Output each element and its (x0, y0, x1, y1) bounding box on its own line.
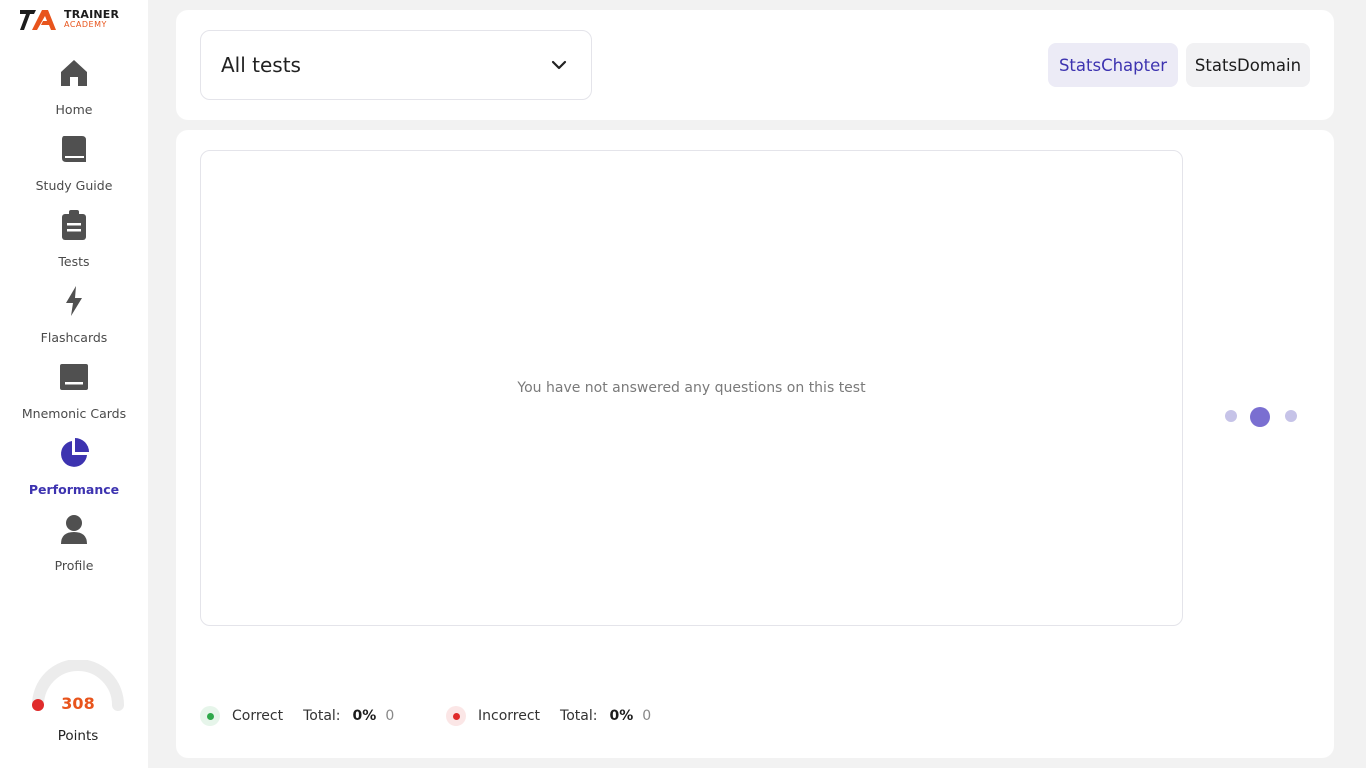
sidebar-item-mnemonic-cards[interactable]: Mnemonic Cards (0, 362, 148, 432)
test-select-value: All tests (221, 53, 301, 77)
legend-total-label: Total: (560, 708, 598, 724)
book-icon (59, 134, 89, 164)
sidebar-item-study-guide[interactable]: Study Guide (0, 134, 148, 204)
sidebar-item-label: Flashcards (40, 330, 108, 345)
lightning-icon (59, 286, 89, 316)
sidebar-item-profile[interactable]: Profile (0, 514, 148, 584)
performance-card: You have not answered any questions on t… (176, 130, 1334, 758)
carousel-dot[interactable] (1285, 410, 1297, 422)
points-label: Points (57, 728, 99, 744)
sidebar-item-home[interactable]: Home (0, 58, 148, 128)
legend-count: 0 (385, 708, 395, 724)
correct-dot-icon (200, 706, 220, 726)
brand-subname: ACADEMY (64, 20, 107, 29)
test-select[interactable]: All tests (200, 30, 592, 100)
clipboard-icon (59, 210, 89, 240)
sidebar-item-label: Mnemonic Cards (21, 406, 127, 421)
home-icon (59, 58, 89, 88)
points-value: 308 (61, 694, 95, 713)
sidebar: TRAINER ACADEMY Home Study Guide Tests F… (0, 0, 148, 768)
sidebar-item-performance[interactable]: Performance (0, 438, 148, 508)
sidebar-item-label: Study Guide (35, 178, 113, 193)
card-icon (59, 362, 89, 392)
carousel-dots (1225, 407, 1301, 427)
legend-correct: Correct Total: 0% 0 (200, 705, 394, 727)
sidebar-item-label: Performance (28, 482, 120, 497)
carousel-dot-active[interactable] (1250, 407, 1270, 427)
legend-label: Correct (232, 708, 284, 724)
legend-label: Incorrect (478, 708, 541, 724)
legend-incorrect: Incorrect Total: 0% 0 (446, 705, 651, 727)
chart-area: You have not answered any questions on t… (200, 150, 1183, 626)
tab-stats-chapter[interactable]: StatsChapter (1048, 43, 1178, 87)
sidebar-item-label: Profile (54, 558, 94, 573)
logo-mark-icon (20, 10, 56, 30)
brand-name: TRAINER (64, 8, 120, 21)
brand-logo[interactable]: TRAINER ACADEMY (20, 6, 130, 32)
carousel-dot[interactable] (1225, 410, 1237, 422)
sidebar-item-label: Home (55, 102, 93, 117)
incorrect-dot-icon (446, 706, 466, 726)
user-icon (59, 514, 89, 544)
legend-percent: 0% (609, 708, 634, 724)
pie-chart-icon (59, 438, 89, 468)
legend-percent: 0% (352, 708, 377, 724)
legend-count: 0 (642, 708, 652, 724)
chevron-down-icon (547, 53, 571, 77)
sidebar-item-label: Tests (58, 254, 90, 269)
points-gauge: 308 Points (20, 660, 130, 750)
sidebar-item-tests[interactable]: Tests (0, 210, 148, 280)
filter-card: All tests StatsChapter StatsDomain (176, 10, 1334, 120)
sidebar-item-flashcards[interactable]: Flashcards (0, 286, 148, 356)
tab-stats-domain[interactable]: StatsDomain (1186, 43, 1310, 87)
empty-state-message: You have not answered any questions on t… (517, 380, 866, 396)
legend-total-label: Total: (303, 708, 341, 724)
